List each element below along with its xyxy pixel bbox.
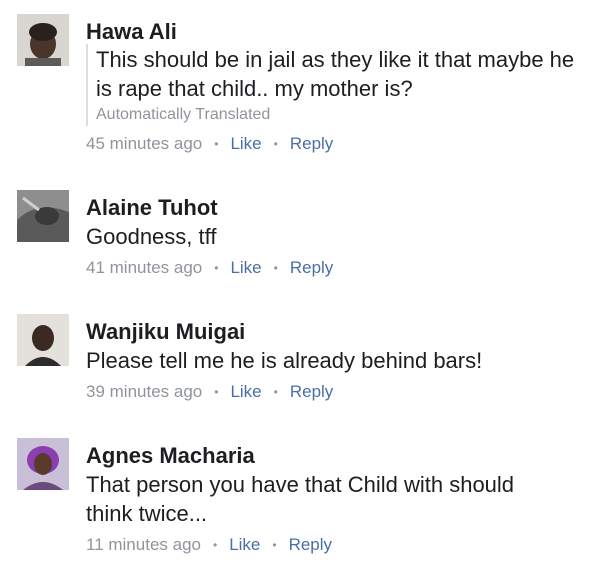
reply-button[interactable]: Reply xyxy=(290,258,333,278)
avatar[interactable] xyxy=(17,190,69,242)
comment-timestamp[interactable]: 39 minutes ago xyxy=(86,382,202,402)
translation-bar xyxy=(86,44,88,126)
comment-author[interactable]: Wanjiku Muigai xyxy=(86,319,245,345)
separator-dot: • xyxy=(273,137,278,151)
translation-note: Automatically Translated xyxy=(96,106,271,123)
separator-dot: • xyxy=(214,137,219,151)
separator-dot: • xyxy=(212,538,218,552)
reply-button[interactable]: Reply xyxy=(290,382,333,402)
separator-dot: • xyxy=(214,261,219,275)
like-button[interactable]: Like xyxy=(230,258,261,278)
avatar[interactable] xyxy=(17,14,69,66)
comment-meta: 11 minutes ago • Like • Reply xyxy=(86,535,332,555)
reply-button[interactable]: Reply xyxy=(289,535,332,555)
comment-text: This should be in jail as they like it t… xyxy=(96,47,575,101)
like-button[interactable]: Like xyxy=(230,382,261,402)
like-button[interactable]: Like xyxy=(229,535,260,555)
comment-author[interactable]: Alaine Tuhot xyxy=(86,195,218,221)
separator-dot: • xyxy=(214,385,219,399)
separator-dot: • xyxy=(272,538,277,552)
comment-meta: 45 minutes ago • Like • Reply xyxy=(86,134,333,154)
like-button[interactable]: Like xyxy=(230,134,261,154)
separator-dot: • xyxy=(273,385,278,399)
comment-meta: 39 minutes ago • Like • Reply xyxy=(86,382,333,402)
comment-text: Please tell me he is already behind bars… xyxy=(86,348,483,373)
separator-dot: • xyxy=(273,261,278,275)
comment-meta: 41 minutes ago • Like • Reply xyxy=(86,258,333,278)
comment-author[interactable]: Agnes Macharia xyxy=(86,443,255,469)
comment-text: That person you have that Child with sho… xyxy=(86,472,515,526)
comment-timestamp[interactable]: 11 minutes ago xyxy=(86,535,201,555)
avatar[interactable] xyxy=(17,438,69,490)
comment-timestamp[interactable]: 45 minutes ago xyxy=(86,134,202,154)
avatar[interactable] xyxy=(17,314,69,366)
comment-timestamp[interactable]: 41 minutes ago xyxy=(86,258,202,278)
comment-author[interactable]: Hawa Ali xyxy=(86,19,177,45)
comment-text: Goodness, tff xyxy=(86,224,217,249)
reply-button[interactable]: Reply xyxy=(290,134,333,154)
